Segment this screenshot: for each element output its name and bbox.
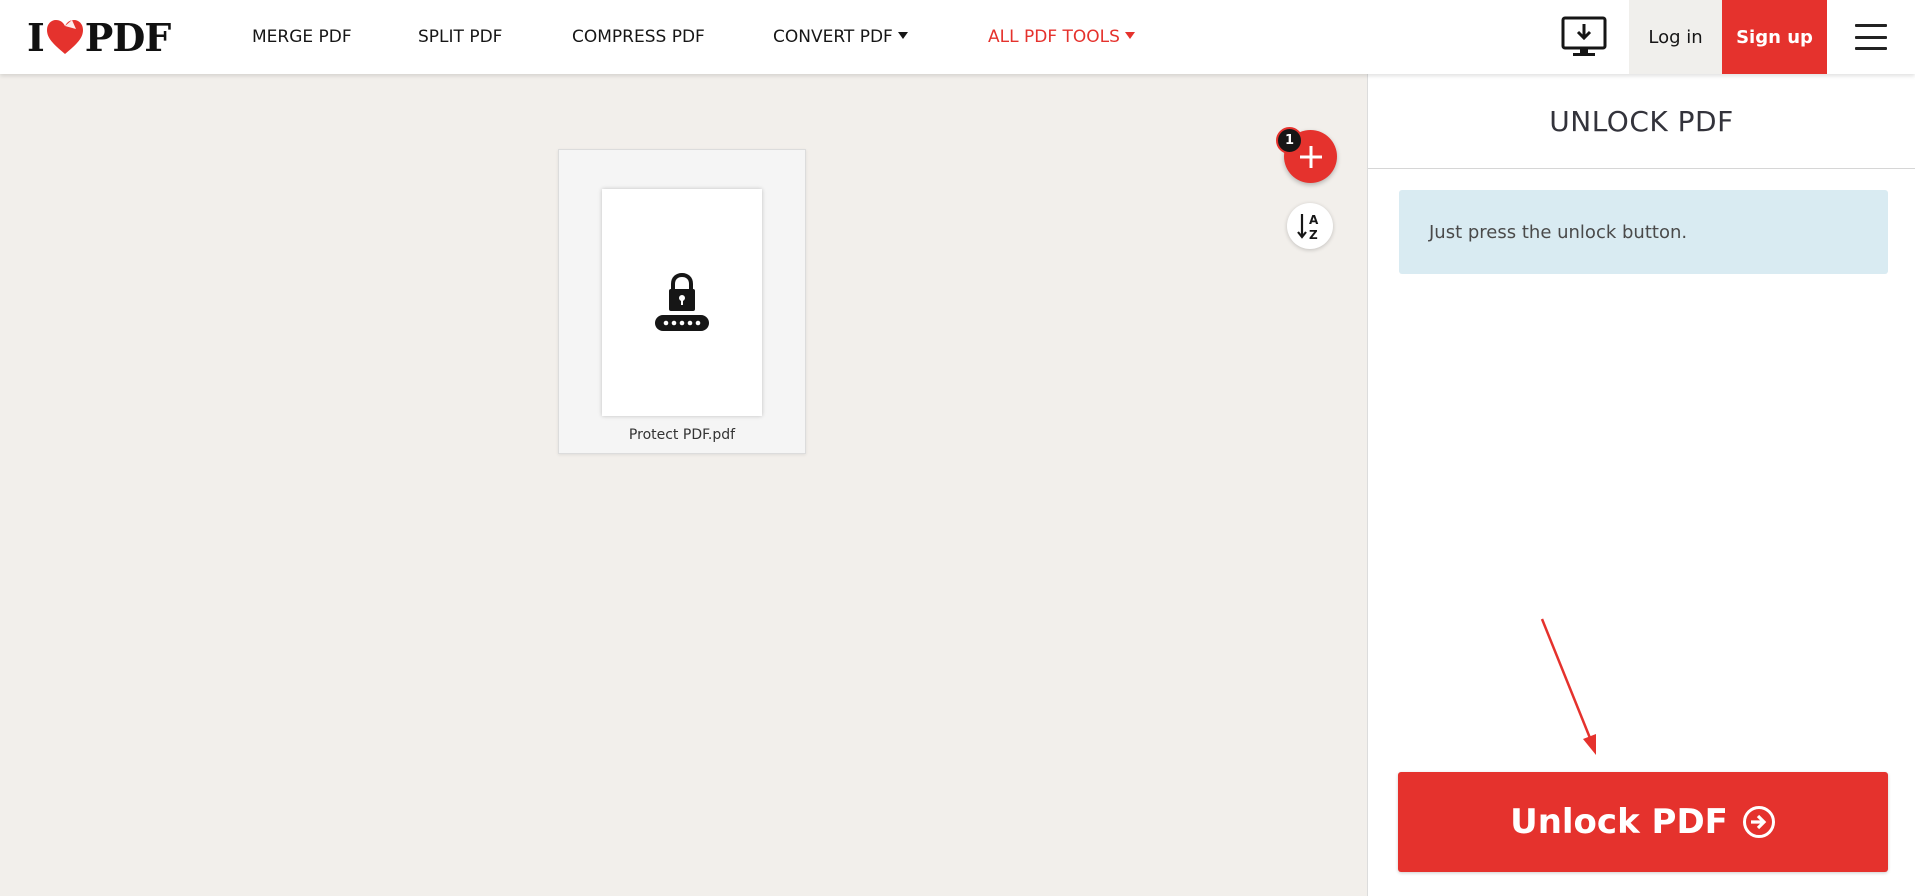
svg-text:Z: Z (1309, 228, 1318, 241)
file-thumbnail (602, 189, 762, 416)
unlock-pdf-button[interactable]: Unlock PDF (1398, 772, 1888, 872)
logo-text-pdf: PDF (84, 14, 172, 60)
file-name: Protect PDF.pdf (628, 427, 736, 443)
logo-letter-i: I (27, 14, 45, 60)
unlock-button-label: Unlock PDF (1510, 802, 1728, 842)
info-message: Just press the unlock button. (1399, 190, 1888, 274)
file-workarea: Protect PDF.pdf 1 A Z (0, 74, 1367, 896)
hamburger-icon-line (1855, 35, 1887, 39)
nav-convert-pdf[interactable]: CONVERT PDF (773, 0, 908, 74)
lock-password-icon (655, 272, 709, 331)
signup-button[interactable]: Sign up (1722, 0, 1827, 74)
nav-label: MERGE PDF (252, 27, 352, 47)
sidebar-title: UNLOCK PDF (1368, 74, 1915, 169)
nav-label: CONVERT PDF (773, 27, 893, 47)
file-card[interactable]: Protect PDF.pdf (558, 149, 806, 454)
nav-all-pdf-tools[interactable]: ALL PDF TOOLS (988, 0, 1135, 74)
signup-label: Sign up (1736, 26, 1813, 48)
sort-az-icon: A Z (1297, 213, 1319, 241)
arrow-circle-right-icon (1742, 806, 1775, 838)
login-button[interactable]: Log in (1629, 0, 1722, 74)
sort-files-button[interactable]: A Z (1287, 203, 1333, 249)
info-text: Just press the unlock button. (1429, 221, 1688, 243)
nav-label: ALL PDF TOOLS (988, 27, 1120, 47)
file-count-badge: 1 (1276, 127, 1303, 154)
caret-down-icon (1124, 31, 1135, 39)
top-navbar: I PDF MERGE PDF SPLIT PDF COMPRESS PDF C… (0, 0, 1915, 74)
nav-split-pdf[interactable]: SPLIT PDF (418, 0, 502, 74)
hamburger-menu-button[interactable] (1855, 24, 1887, 50)
svg-text:A: A (1309, 213, 1319, 227)
heart-icon (45, 18, 85, 56)
nav-merge-pdf[interactable]: MERGE PDF (252, 0, 352, 74)
desktop-download-icon (1561, 16, 1607, 56)
nav-label: SPLIT PDF (418, 27, 503, 47)
nav-compress-pdf[interactable]: COMPRESS PDF (572, 0, 705, 74)
hamburger-icon (1855, 24, 1887, 27)
hamburger-icon-line (1855, 47, 1887, 50)
tool-sidebar: UNLOCK PDF Just press the unlock button.… (1367, 74, 1915, 896)
desktop-app-button[interactable] (1553, 0, 1615, 74)
caret-down-icon (897, 31, 908, 39)
nav-label: COMPRESS PDF (572, 27, 705, 47)
login-label: Log in (1648, 26, 1703, 48)
ilovepdf-logo[interactable]: I PDF (27, 15, 171, 60)
plus-icon (1299, 145, 1322, 168)
